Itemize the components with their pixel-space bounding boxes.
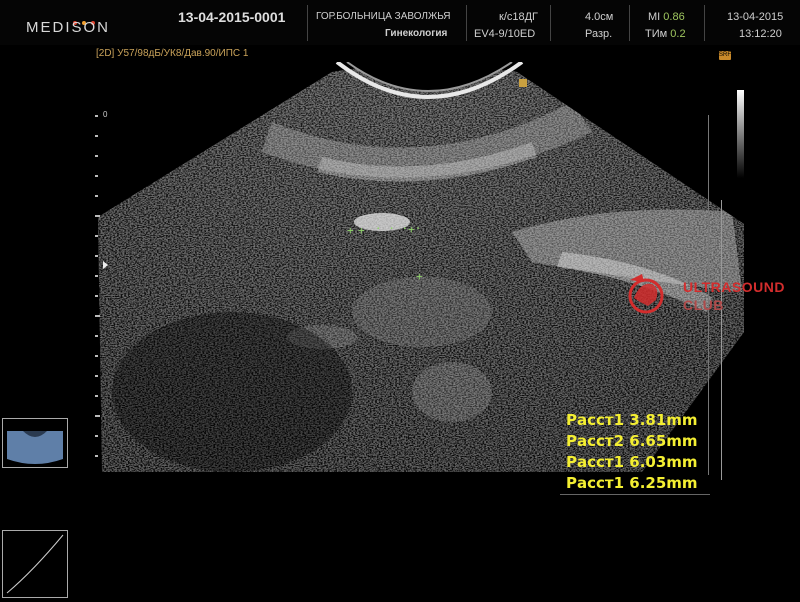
scale-tick [95,195,98,197]
scale-tick [95,295,98,297]
probe-orientation-icon [519,79,527,87]
settings-text: У57/98дБ/УК8/Дав.90/ [117,48,219,59]
depth-value: 4.0см [585,11,614,23]
caliper-mark[interactable]: + [347,224,354,237]
measurement-panel: Расст1 3.81mm Расст2 6.65mm Расст1 6.03m… [566,410,698,494]
imaging-parameters: [2D] У57/98дБ/УК8/Дав.90/ИПС 1 [96,48,248,59]
mi-label: MI [648,11,661,23]
probe-name: EV4-9/10ED [474,28,536,40]
department: Гинекология [385,28,448,39]
scan-line [721,200,722,480]
watermark-text: ULTRASOUND [683,279,785,295]
header-divider [629,5,630,41]
tim-value: 0.2 [670,28,686,40]
measurement-underline [560,494,710,495]
medison-logo: MEDISON [26,19,111,36]
measurement-value: 6.25mm [629,474,698,492]
measurement-value: 6.03mm [629,453,698,471]
scale-tick [95,415,100,417]
caliper-mark[interactable]: + [358,224,365,237]
scale-tick [95,355,98,357]
measurement-row: Расст2 6.65mm [566,431,698,452]
measurement-label: Расст1 [566,453,625,471]
scale-tick [95,215,100,217]
body-marker-icon [7,431,63,464]
measurement-row: Расст1 6.25mm [566,473,698,494]
measurement-row: Расст1 6.03mm [566,452,698,473]
caliper-mark[interactable]: + [416,270,423,283]
measurement-label: Расст1 [566,411,625,429]
tim-label: ТИм [645,28,668,40]
depth-scale-zero: 0 [103,110,108,119]
body-marker-thumbnail[interactable] [2,418,68,468]
header-divider [466,5,467,41]
scale-tick [95,115,98,117]
measurement-label: Расст1 [566,474,625,492]
measurement-row: Расст1 3.81mm [566,410,698,431]
scale-tick [95,395,98,397]
mi-value: 0.86 [663,11,685,23]
ultrasound-club-logo-icon [628,274,664,314]
mode-value: Разр. [585,28,613,40]
scale-tick [95,455,98,457]
header-divider [307,5,308,41]
scale-tick [95,275,98,277]
scale-tick [95,235,98,237]
exam-time: 13:12:20 [739,28,782,40]
watermark-line2: CLUB [683,297,724,313]
scale-tick [95,155,98,157]
watermark-line1: ULTRASOUND [683,279,785,295]
scale-tick [95,375,98,377]
scale-tick [95,255,98,257]
caliper-mark[interactable]: + [408,223,415,236]
mi-readout: MI 0.86 [648,11,685,23]
study-type: к/с18ДГ [499,11,539,23]
tim-readout: ТИм 0.2 [645,28,686,40]
measurement-value: 6.65mm [629,432,698,450]
gamma-curve-icon [6,534,64,594]
grayscale-bar [737,90,744,178]
header-divider [550,5,551,41]
gamma-curve-thumbnail[interactable] [2,530,68,598]
scale-tick [95,175,98,177]
ips-text: ИПС 1 [218,48,249,59]
scan-line [708,115,709,475]
measurement-value: 3.81mm [629,411,698,429]
mode-tag: [2D] [96,48,115,59]
scale-tick [95,315,100,317]
scale-tick [95,135,98,137]
orientation-marker-icon: SRF [719,51,731,60]
measurement-label: Расст2 [566,432,625,450]
hospital-name: ГОР.БОЛЬНИЦА ЗАВОЛЖЬЯ [316,11,451,22]
header-divider [704,5,705,41]
scale-tick [95,335,98,337]
scale-tick [95,435,98,437]
exam-date: 13-04-2015 [727,11,784,23]
focus-arrow-icon[interactable] [103,261,108,269]
study-id: 13-04-2015-0001 [178,9,286,25]
